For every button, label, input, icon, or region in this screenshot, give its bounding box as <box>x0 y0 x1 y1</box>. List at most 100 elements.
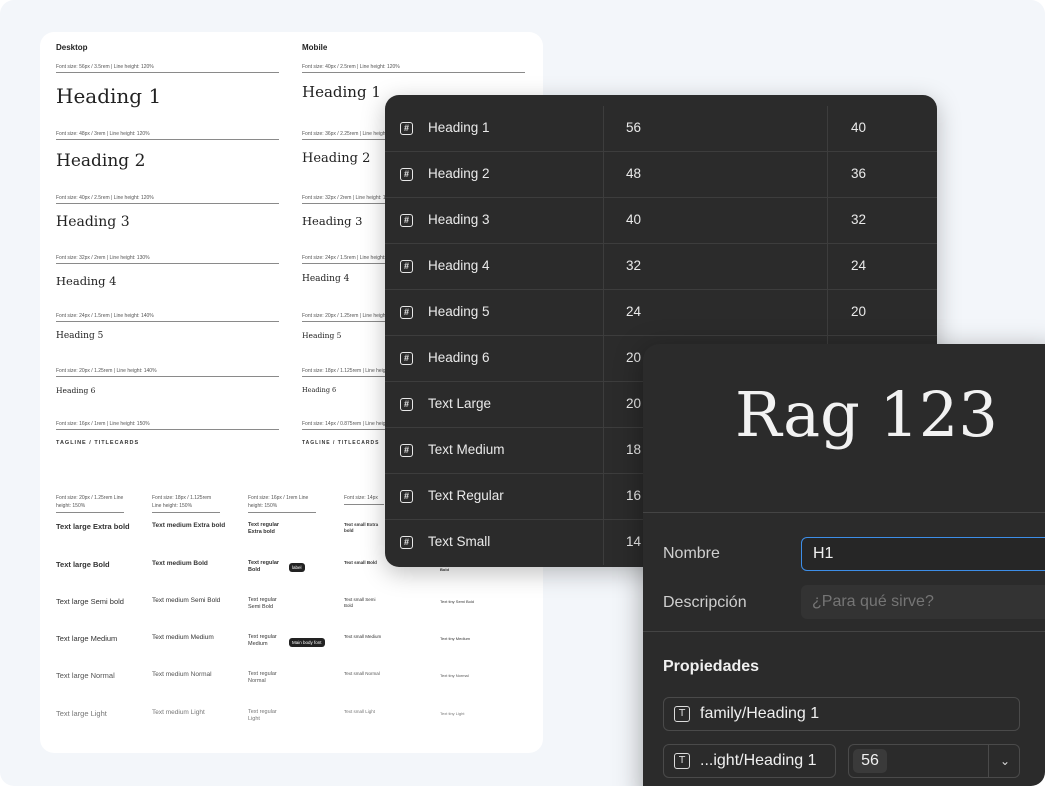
description-input[interactable] <box>801 585 1045 619</box>
table-row[interactable]: # Heading 5 24 20 <box>385 290 937 336</box>
font-weight-property[interactable]: T ...ight/Heading 1 <box>663 744 836 778</box>
type-spec: Font size: 16px / 1rem | Line height: 15… <box>56 421 279 430</box>
canvas-background: Desktop Mobile Font size: 56px / 3.5rem … <box>0 0 1045 786</box>
name-cell: # Heading 6 <box>385 336 604 381</box>
variable-name: Heading 3 <box>428 212 490 227</box>
chevron-down-icon[interactable]: ⌄ <box>988 745 1021 777</box>
text-sample: Text medium Normal <box>152 671 212 678</box>
text-sample: Text large Bold <box>56 560 110 569</box>
desktop-value: 20 <box>626 350 642 365</box>
mobile-value: 20 <box>851 304 867 319</box>
text-type-icon: T <box>674 706 690 722</box>
variable-detail-panel: Rag 123 Nombre Descripción Propiedades T… <box>643 344 1045 786</box>
text-sample: Text regular Extra bold <box>248 522 280 536</box>
heading-sample: Heading 2 <box>56 151 146 171</box>
mobile-value: 32 <box>851 212 867 227</box>
table-row[interactable]: # Heading 2 48 36 <box>385 152 937 198</box>
preview-text: Rag 123 <box>735 378 998 451</box>
text-sample: Text tiny Medium <box>440 636 471 641</box>
desktop-value: 20 <box>626 396 642 411</box>
properties-title: Propiedades <box>663 658 760 675</box>
name-cell: # Text Regular <box>385 474 604 519</box>
variable-name: Text Small <box>428 534 491 549</box>
desktop-value: 40 <box>626 212 642 227</box>
name-cell: # Heading 5 <box>385 290 604 335</box>
type-spec: Font size: 20px / 1.25rem | Line height:… <box>56 368 279 377</box>
text-sample: Text regular Light <box>248 709 277 723</box>
mobile-column-title: Mobile <box>302 43 328 52</box>
table-row[interactable]: # Heading 1 56 40 <box>385 106 937 152</box>
name-cell: # Heading 3 <box>385 198 604 243</box>
desktop-value: 14 <box>626 534 642 549</box>
text-sample: Text medium Semi Bold <box>152 597 221 604</box>
variable-name: Text Large <box>428 396 492 411</box>
variable-number-icon: # <box>400 444 413 457</box>
description-label: Descripción <box>663 594 747 611</box>
text-sample: Text tiny Normal <box>440 673 469 678</box>
type-spec: Font size: 18px / 1.125rem Line height: … <box>152 494 220 513</box>
heading-sample: Heading 1 <box>302 83 381 101</box>
main-body-chip: Main body font <box>289 638 325 647</box>
heading-sample: Heading 3 <box>302 214 363 228</box>
text-sample: Text small Light <box>344 709 376 714</box>
heading-sample: Heading 3 <box>56 214 130 230</box>
text-sample: Text tiny Semi Bold <box>440 599 475 604</box>
variable-number-icon: # <box>400 306 413 319</box>
text-sample: Text regular Semi Bold <box>248 597 277 611</box>
type-spec: Font size: 48px / 3rem | Line height: 12… <box>56 131 279 140</box>
type-spec: Font size: 40px / 2.5rem | Line height: … <box>302 64 525 73</box>
variable-name: Heading 1 <box>428 120 490 135</box>
name-cell: # Heading 4 <box>385 244 604 289</box>
text-sample: Text large Semi bold <box>56 597 124 606</box>
tagline-sample: TAGLINE / TITLECARDS <box>56 440 140 446</box>
type-preview: Rag 123 <box>643 344 1045 513</box>
heading-sample: Heading 2 <box>302 151 371 166</box>
variable-name: Text Regular <box>428 488 504 503</box>
text-sample: Text medium Bold <box>152 560 208 567</box>
variable-number-icon: # <box>400 536 413 549</box>
heading-sample: Heading 5 <box>302 331 342 340</box>
desktop-cell: 48 <box>604 152 828 197</box>
desktop-value: 24 <box>626 304 642 319</box>
mobile-value: 36 <box>851 166 867 181</box>
name-cell: # Text Large <box>385 382 604 427</box>
heading-sample: Heading 6 <box>302 386 337 394</box>
variable-name: Heading 5 <box>428 304 490 319</box>
variable-name: Text Medium <box>428 442 505 457</box>
name-input[interactable] <box>801 537 1045 571</box>
font-family-value: family/Heading 1 <box>700 705 820 722</box>
type-spec: Font size: 14px <box>344 494 384 505</box>
font-weight-value: ...ight/Heading 1 <box>700 752 817 769</box>
section-divider <box>643 631 1045 632</box>
font-family-property[interactable]: T family/Heading 1 <box>663 697 1020 731</box>
heading-sample: Heading 5 <box>56 331 104 341</box>
name-cell: # Heading 1 <box>385 106 604 151</box>
desktop-value: 18 <box>626 442 642 457</box>
name-cell: # Text Medium <box>385 428 604 473</box>
text-sample: Text large Normal <box>56 671 115 680</box>
text-sample: Text small Extra bold <box>344 522 379 533</box>
table-row[interactable]: # Heading 4 32 24 <box>385 244 937 290</box>
text-sample: Text regular Bold <box>248 560 280 574</box>
type-spec: Font size: 56px / 3.5rem | Line height: … <box>56 64 279 73</box>
mobile-value: 24 <box>851 258 867 273</box>
desktop-cell: 40 <box>604 198 828 243</box>
text-sample: Text tiny Light <box>440 711 465 716</box>
text-sample: Text large Medium <box>56 634 118 643</box>
variable-number-icon: # <box>400 352 413 365</box>
variable-number-icon: # <box>400 168 413 181</box>
text-type-icon: T <box>674 753 690 769</box>
text-sample: Text regular Medium <box>248 634 277 648</box>
heading-sample: Heading 4 <box>56 274 117 288</box>
desktop-cell: 24 <box>604 290 828 335</box>
type-spec: Font size: 40px / 2.5rem | Line height: … <box>56 195 279 204</box>
type-spec: Font size: 20px / 1.25rem Line height: 1… <box>56 494 124 513</box>
text-sample: Text regular Normal <box>248 671 277 685</box>
font-size-field[interactable]: 56 ⌄ <box>848 744 1020 778</box>
heading-sample: Heading 1 <box>56 84 162 108</box>
desktop-cell: 32 <box>604 244 828 289</box>
variable-number-icon: # <box>400 122 413 135</box>
table-row[interactable]: # Heading 3 40 32 <box>385 198 937 244</box>
font-size-value[interactable]: 56 <box>853 749 887 773</box>
variable-number-icon: # <box>400 398 413 411</box>
